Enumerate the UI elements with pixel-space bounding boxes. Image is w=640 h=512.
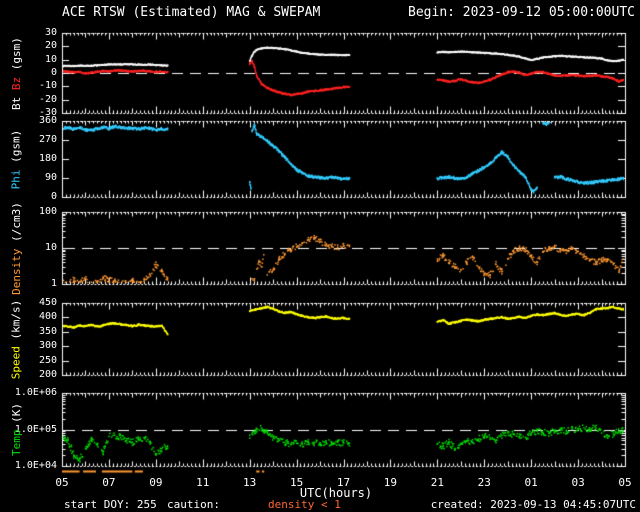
chart-title: ACE RTSW (Estimated) MAG & SWEPAM xyxy=(62,5,321,20)
axis-label-part: (gsm) xyxy=(9,36,23,70)
axis-label-part: (K) xyxy=(9,403,23,423)
ace-rtsw-plot: ACE RTSW (Estimated) MAG & SWEPAM Begin:… xyxy=(0,0,640,512)
start-doy-label: start DOY: 255 xyxy=(64,498,157,511)
caution-label: caution: xyxy=(167,498,220,511)
axis-label-part: Bt xyxy=(9,89,23,110)
axis-label-part: Density xyxy=(9,241,23,295)
x-tick-label: 11 xyxy=(196,476,210,489)
created-timestamp: created: 2023-09-13 04:45:07UTC xyxy=(430,498,636,511)
plot-canvas xyxy=(0,0,640,512)
x-tick-label: 05 xyxy=(618,476,632,489)
x-tick-label: 01 xyxy=(524,476,538,489)
x-tick-label: 13 xyxy=(243,476,257,489)
x-tick-label: 21 xyxy=(430,476,444,489)
panel-axis-label-phi: Phi (gsm) xyxy=(1,121,31,197)
axis-label-part: Speed xyxy=(9,339,23,379)
x-tick-label: 19 xyxy=(383,476,398,489)
axis-label-part: Temp xyxy=(9,422,23,457)
caution-value: density < 1 xyxy=(268,498,341,511)
x-tick-label: 23 xyxy=(477,476,491,489)
panel-axis-label-mag: Bt Bz (gsm) xyxy=(1,33,31,113)
x-tick-label: 07 xyxy=(102,476,116,489)
x-tick-label: 17 xyxy=(336,476,351,489)
axis-label-part: (gsm) xyxy=(9,129,23,163)
x-tick-label: 09 xyxy=(149,476,163,489)
panel-axis-label-temp: Temp (K) xyxy=(1,393,31,466)
x-tick-label: 05 xyxy=(55,476,69,489)
panel-axis-label-speed: Speed (km/s) xyxy=(1,299,31,379)
x-tick-label: 15 xyxy=(289,476,304,489)
axis-label-part: (km/s) xyxy=(9,299,23,339)
panel-axis-label-density: Density (/cm3) xyxy=(1,202,31,295)
axis-label-part: Phi xyxy=(9,162,23,189)
x-tick-label: 03 xyxy=(571,476,585,489)
axis-label-part: (/cm3) xyxy=(9,201,23,242)
axis-label-part: Bz xyxy=(9,69,23,90)
begin-timestamp: Begin: 2023-09-12 05:00:00UTC xyxy=(408,5,635,20)
